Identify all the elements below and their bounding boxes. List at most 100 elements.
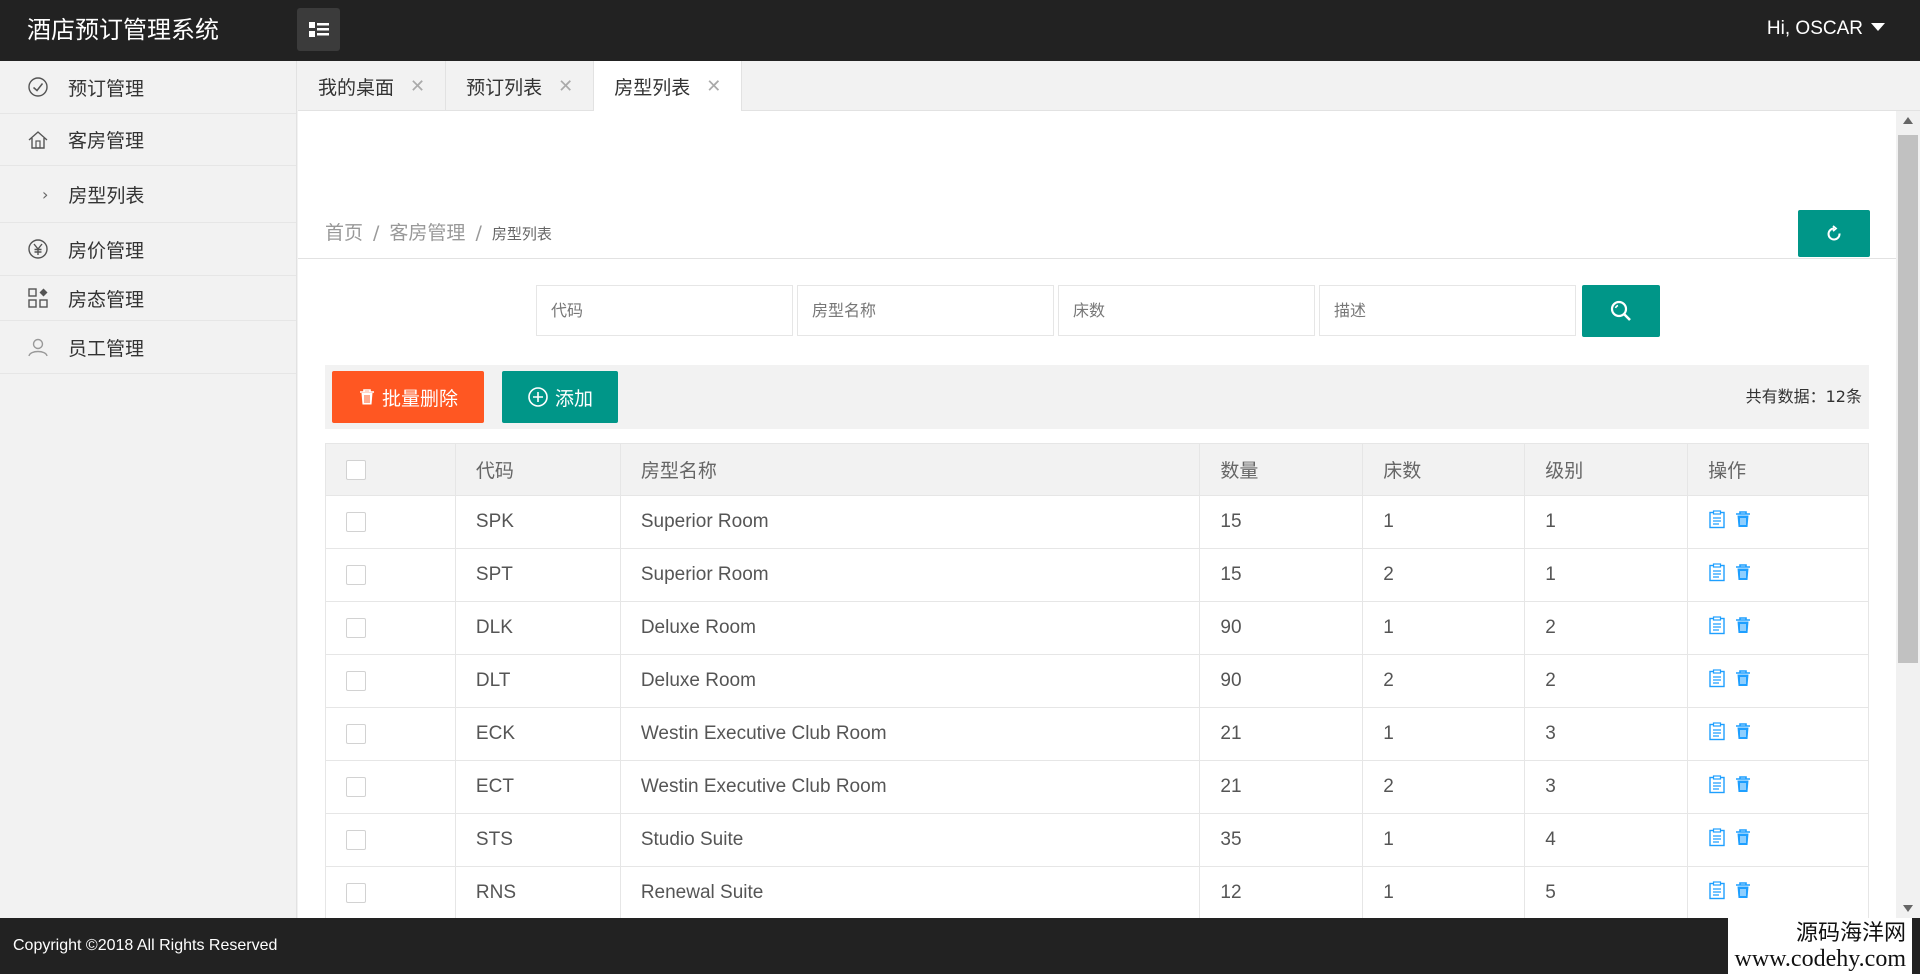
copyright-text: Copyright ©2018 All Rights Reserved xyxy=(13,937,278,954)
home-icon xyxy=(26,128,50,152)
delete-icon[interactable] xyxy=(1734,616,1752,641)
row-checkbox[interactable] xyxy=(346,670,366,691)
cell-actions xyxy=(1687,813,1869,867)
tab-reservation-list[interactable]: 预订列表 ✕ xyxy=(446,61,595,111)
cell-quantity: 90 xyxy=(1199,654,1364,708)
row-checkbox[interactable] xyxy=(346,829,366,850)
row-checkbox[interactable] xyxy=(346,882,366,903)
delete-icon[interactable] xyxy=(1734,722,1752,747)
cell-level: 4 xyxy=(1524,813,1689,867)
code-input[interactable] xyxy=(536,285,793,336)
row-checkbox[interactable] xyxy=(346,723,366,744)
scroll-thumb[interactable] xyxy=(1898,135,1918,663)
batch-delete-button[interactable]: 批量删除 xyxy=(332,371,484,423)
table-row: DLK Deluxe Room 90 1 2 xyxy=(325,601,1869,655)
yen-icon xyxy=(26,237,50,261)
add-button[interactable]: 添加 xyxy=(502,371,618,423)
cell-room-type-name: Deluxe Room xyxy=(619,601,1201,655)
edit-icon[interactable] xyxy=(1708,880,1726,906)
cell-quantity: 21 xyxy=(1199,707,1364,761)
delete-icon[interactable] xyxy=(1734,881,1752,906)
cell-room-type-name: Superior Room xyxy=(619,495,1201,549)
cell-actions xyxy=(1687,601,1869,655)
user-greeting: Hi, OSCAR xyxy=(1766,18,1863,39)
tab-label: 房型列表 xyxy=(614,77,691,99)
edit-icon[interactable] xyxy=(1708,562,1726,588)
header-room-type-name: 房型名称 xyxy=(619,443,1201,496)
cell-room-type-name: Westin Executive Club Room xyxy=(619,760,1201,814)
row-checkbox[interactable] xyxy=(346,617,366,638)
cell-actions xyxy=(1687,548,1869,602)
sidebar-item-label: 房型列表 xyxy=(68,184,145,207)
user-icon xyxy=(26,335,50,359)
select-all-checkbox[interactable] xyxy=(346,460,366,480)
cell-code: ECK xyxy=(454,707,621,761)
table-row: DLT Deluxe Room 90 2 2 xyxy=(325,654,1869,708)
close-icon[interactable]: ✕ xyxy=(410,76,425,97)
description-input[interactable] xyxy=(1319,285,1576,336)
user-menu[interactable]: Hi, OSCAR xyxy=(1767,0,1885,61)
sidebar-subitem-room-types[interactable]: › 房型列表 xyxy=(0,166,296,223)
cell-level: 5 xyxy=(1524,866,1689,920)
cell-beds: 1 xyxy=(1362,601,1526,655)
refresh-button[interactable] xyxy=(1798,210,1870,257)
sidebar-item-room-status[interactable]: 房态管理 xyxy=(0,276,296,321)
cell-code: DLK xyxy=(454,601,621,655)
close-icon[interactable]: ✕ xyxy=(706,76,721,97)
cell-level: 3 xyxy=(1524,760,1689,814)
edit-icon[interactable] xyxy=(1708,668,1726,694)
total-count: 共有数据：12条 xyxy=(1745,387,1862,406)
scroll-down-arrow-icon[interactable] xyxy=(1903,905,1913,912)
sidebar-item-label: 房价管理 xyxy=(68,239,145,262)
delete-icon[interactable] xyxy=(1734,775,1752,800)
scroll-up-arrow-icon[interactable] xyxy=(1903,117,1913,124)
sidebar-item-reservations[interactable]: 预订管理 xyxy=(0,61,296,114)
edit-icon[interactable] xyxy=(1708,721,1726,747)
chevron-right-icon: › xyxy=(42,184,49,204)
cell-beds: 2 xyxy=(1362,548,1526,602)
app-title: 酒店预订管理系统 xyxy=(27,16,219,44)
footer: Copyright ©2018 All Rights Reserved 源码海洋… xyxy=(0,918,1920,974)
tab-room-type-list[interactable]: 房型列表 ✕ xyxy=(594,61,743,112)
sidebar-item-rooms[interactable]: 客房管理 xyxy=(0,114,296,166)
room-type-name-input[interactable] xyxy=(797,285,1054,336)
table-row: SPT Superior Room 15 2 1 xyxy=(325,548,1869,602)
table-row: ECT Westin Executive Club Room 21 2 3 xyxy=(325,760,1869,814)
room-type-table: 代码 房型名称 数量 床数 级别 操作 SPK Superior Room 15… xyxy=(325,443,1869,920)
cell-quantity: 12 xyxy=(1199,866,1364,920)
cell-level: 2 xyxy=(1524,601,1689,655)
edit-icon[interactable] xyxy=(1708,827,1726,853)
beds-input[interactable] xyxy=(1058,285,1315,336)
cell-room-type-name: Deluxe Room xyxy=(619,654,1201,708)
sidebar-item-rates[interactable]: 房价管理 xyxy=(0,223,296,276)
cell-room-type-name: Renewal Suite xyxy=(619,866,1201,920)
delete-icon[interactable] xyxy=(1734,510,1752,535)
menu-list-icon xyxy=(308,21,329,37)
top-header: 酒店预订管理系统 Hi, OSCAR xyxy=(0,0,1920,61)
row-checkbox[interactable] xyxy=(346,776,366,797)
cell-room-type-name: Westin Executive Club Room xyxy=(619,707,1201,761)
search-button[interactable] xyxy=(1582,285,1660,337)
delete-icon[interactable] xyxy=(1734,563,1752,588)
close-icon[interactable]: ✕ xyxy=(558,76,573,97)
delete-icon[interactable] xyxy=(1734,669,1752,694)
row-checkbox[interactable] xyxy=(346,511,366,532)
cell-level: 1 xyxy=(1524,495,1689,549)
edit-icon[interactable] xyxy=(1708,615,1726,641)
caret-down-icon xyxy=(1871,23,1885,31)
vertical-scrollbar[interactable] xyxy=(1896,111,1920,918)
refresh-icon xyxy=(1827,224,1841,240)
row-checkbox[interactable] xyxy=(346,564,366,585)
header-beds: 床数 xyxy=(1362,443,1526,496)
breadcrumb-section[interactable]: 客房管理 xyxy=(389,222,465,244)
edit-icon[interactable] xyxy=(1708,774,1726,800)
breadcrumb-home[interactable]: 首页 xyxy=(325,222,363,244)
edit-icon[interactable] xyxy=(1708,509,1726,535)
tab-desktop[interactable]: 我的桌面 ✕ xyxy=(298,61,447,111)
batch-delete-label: 批量删除 xyxy=(381,387,458,410)
sidebar-toggle-button[interactable] xyxy=(297,8,340,51)
sidebar-item-staff[interactable]: 员工管理 xyxy=(0,321,296,374)
delete-icon[interactable] xyxy=(1734,828,1752,853)
header-select-all[interactable] xyxy=(325,443,456,496)
cell-actions xyxy=(1687,866,1869,920)
